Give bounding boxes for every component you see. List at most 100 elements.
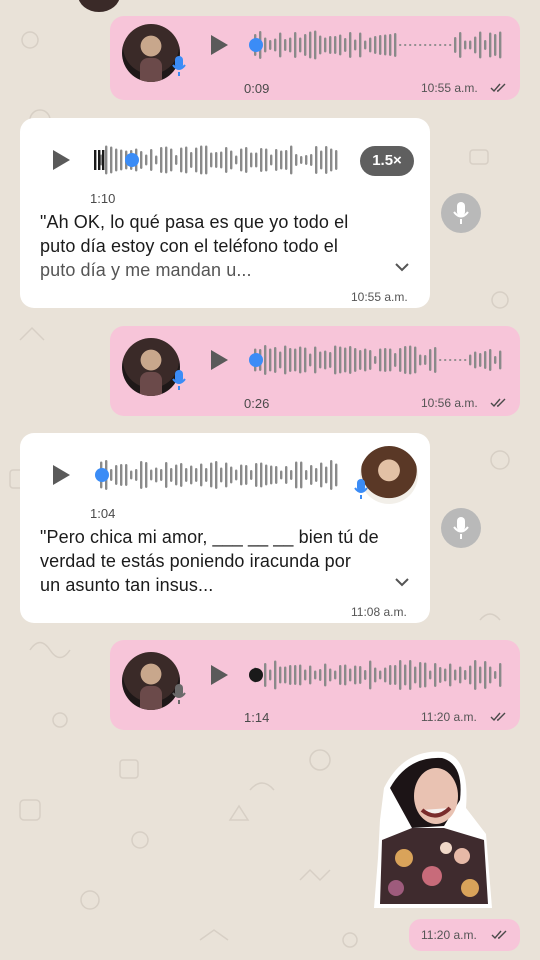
waveform-bar (414, 44, 417, 46)
waveform-bar (449, 359, 452, 361)
play-icon[interactable] (208, 664, 230, 686)
chevron-down-icon[interactable] (395, 578, 409, 587)
waveform-bar (454, 37, 457, 53)
waveform-bar (334, 670, 337, 680)
double-check-icon (491, 930, 507, 940)
waveform-bar (280, 470, 283, 480)
waveform-bar (359, 32, 362, 58)
waveform-bar (499, 31, 502, 59)
outgoing-voice-message[interactable]: 0:26 10:56 a.m. (110, 326, 520, 416)
waveform-bar (255, 152, 258, 168)
transcribe-mic-button[interactable] (441, 193, 481, 233)
waveform-bar (264, 663, 267, 687)
play-icon[interactable] (50, 464, 72, 486)
waveform-bar (235, 155, 238, 165)
waveform-bar (110, 146, 113, 174)
waveform-bar (240, 464, 243, 486)
playback-position-dot[interactable] (249, 38, 263, 52)
play-icon[interactable] (208, 349, 230, 371)
sticker-image[interactable] (374, 748, 494, 908)
waveform-bar (434, 347, 437, 373)
mic-icon (453, 202, 469, 224)
waveform-bar (269, 669, 272, 681)
transcribe-mic-button[interactable] (441, 508, 481, 548)
waveform-bar (185, 146, 188, 174)
voice-transcript[interactable]: "Ah OK, lo qué pasa es que yo todo el pu… (40, 210, 410, 282)
waveform-bar (339, 34, 342, 56)
waveform-bar (110, 469, 113, 481)
waveform-bar (469, 354, 472, 366)
waveform-bar (299, 37, 302, 53)
waveform-bar (195, 147, 198, 173)
chevron-down-icon[interactable] (395, 263, 409, 272)
waveform-bar (419, 44, 422, 46)
outgoing-voice-message[interactable]: 1:14 11:20 a.m. (110, 640, 520, 730)
waveform-bar (384, 34, 387, 56)
playback-speed-button[interactable]: 1.5× (360, 146, 414, 176)
message-time: 11:20 a.m. (421, 710, 477, 724)
waveform-bar (325, 146, 328, 174)
waveform-bar (294, 348, 297, 372)
waveform-bar (439, 44, 442, 46)
waveform-bar (359, 350, 362, 370)
waveform-bar (305, 470, 308, 480)
playback-position-dot[interactable] (95, 468, 109, 482)
waveform-bar (389, 34, 392, 56)
outgoing-voice-message[interactable]: 0:09 10:55 a.m. (110, 16, 520, 100)
waveform-bar (315, 146, 318, 174)
waveform-bar (285, 150, 288, 170)
waveform-bar (235, 469, 238, 481)
waveform-bar (459, 32, 462, 58)
waveform-bar (279, 666, 282, 684)
waveform-bar (279, 32, 282, 58)
waveform-bar (319, 669, 322, 681)
voice-waveform[interactable] (246, 343, 504, 377)
voice-waveform[interactable] (246, 658, 504, 692)
waveform-bar (444, 359, 447, 361)
play-icon[interactable] (50, 149, 72, 171)
waveform-bar (160, 469, 163, 481)
waveform-bar (304, 669, 307, 681)
waveform-bar (225, 147, 228, 173)
transcript-line: "Ah OK, lo qué pasa es que yo todo el (40, 212, 349, 232)
waveform-bar (354, 348, 357, 372)
waveform-bar (434, 44, 437, 46)
waveform-bar (125, 464, 128, 486)
waveform-bar (389, 348, 392, 372)
playback-position-dot[interactable] (249, 353, 263, 367)
waveform-bar (170, 148, 173, 172)
waveform-bar (220, 467, 223, 483)
waveform-bar (434, 663, 437, 687)
incoming-voice-message[interactable]: 1:04 "Pero chica mi amor, ___ __ __ bien… (20, 433, 430, 623)
waveform-bar (255, 463, 258, 487)
waveform-bar (484, 351, 487, 369)
waveform-bar (474, 36, 477, 54)
waveform-bar (319, 35, 322, 55)
playback-position-dot[interactable] (125, 153, 139, 167)
waveform-bar (384, 348, 387, 372)
voice-waveform[interactable] (246, 28, 504, 62)
waveform-bar (354, 39, 357, 51)
voice-duration: 0:26 (244, 396, 270, 411)
waveform-bar (180, 147, 183, 173)
waveform-bar (364, 348, 367, 372)
waveform-bar (424, 355, 427, 365)
waveform-bar (419, 354, 422, 366)
voice-waveform[interactable] (92, 458, 342, 492)
waveform-bar (364, 670, 367, 680)
waveform-bar (294, 32, 297, 58)
waveform-bar (489, 666, 492, 684)
playback-position-dot[interactable] (249, 668, 263, 682)
waveform-bar (250, 470, 253, 480)
waveform-bar (299, 664, 302, 686)
waveform-bar (289, 348, 292, 372)
waveform-bar (399, 44, 402, 46)
voice-transcript[interactable]: "Pero chica mi amor, ___ __ __ bien tú d… (40, 525, 415, 597)
incoming-voice-message[interactable]: 1.5× 1:10 "Ah OK, lo qué pasa es que yo … (20, 118, 430, 308)
mic-icon (172, 370, 186, 390)
transcript-line: "Pero chica mi amor, ___ __ __ bien tú d… (40, 527, 379, 547)
waveform-bar (275, 149, 278, 171)
voice-waveform[interactable] (92, 143, 342, 177)
waveform-bar (309, 31, 312, 59)
play-icon[interactable] (208, 34, 230, 56)
